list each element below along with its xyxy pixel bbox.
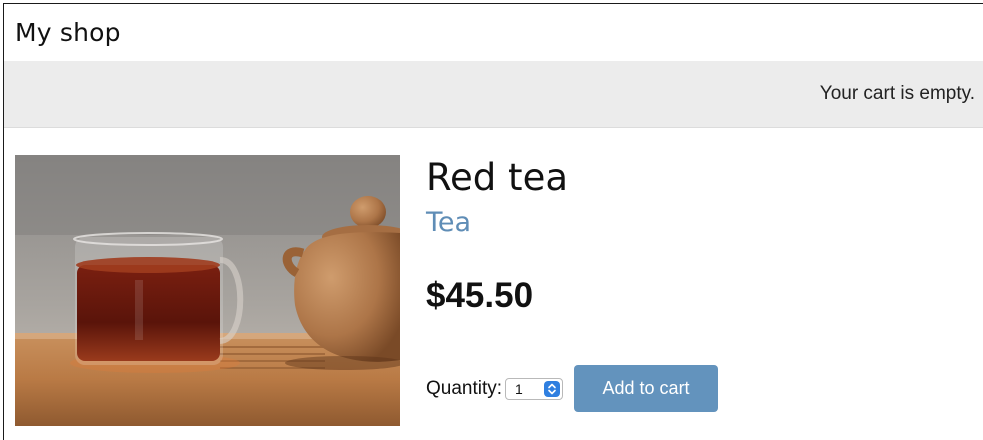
product-price: $45.50 — [426, 276, 534, 315]
add-to-cart-button[interactable]: Add to cart — [574, 365, 719, 412]
shop-title-link[interactable]: My shop — [15, 18, 121, 47]
add-to-cart-form: Quantity: 1 Add to cart — [426, 365, 719, 412]
product-name: Red tea — [426, 156, 569, 199]
product-image — [15, 155, 400, 426]
quantity-stepper[interactable]: 1 — [505, 377, 564, 400]
product-category-link[interactable]: Tea — [426, 206, 568, 240]
cart-status-text: Your cart is empty. — [819, 83, 975, 104]
quantity-label: Quantity: — [426, 377, 503, 399]
browser-frame: My shop Your cart is empty. Red tea Tea … — [3, 3, 983, 440]
cart-summary-bar: Your cart is empty. — [4, 61, 983, 128]
product-detail: Red tea Tea $45.50 Quantity: 1 Add to ca… — [4, 128, 983, 440]
product-info: Red tea Tea $45.50 — [426, 156, 568, 316]
site-header: My shop — [4, 4, 983, 61]
quantity-value: 1 — [515, 380, 523, 397]
up-down-chevron-icon[interactable] — [544, 380, 561, 397]
